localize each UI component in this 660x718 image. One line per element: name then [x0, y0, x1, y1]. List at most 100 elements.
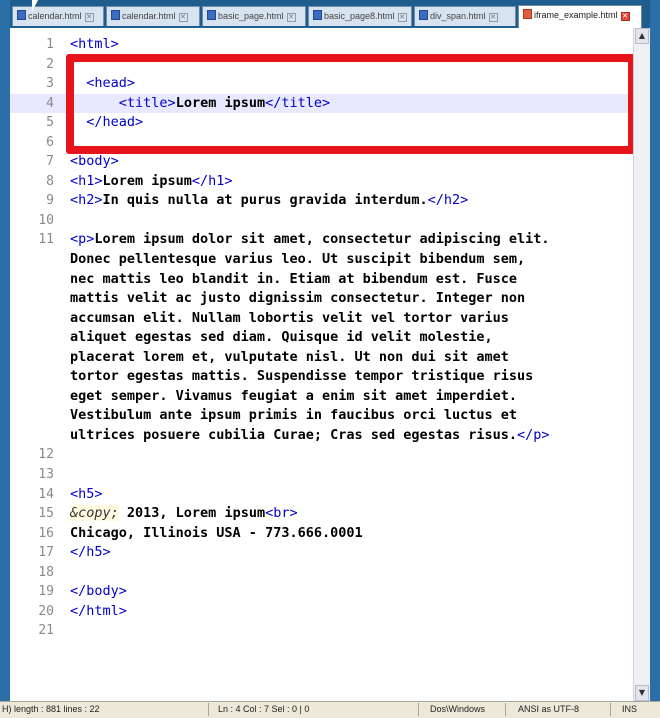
code-token: </h5>	[70, 544, 111, 561]
head-section-highlight	[66, 54, 636, 154]
tab-6[interactable]: iframe_example.html ✕	[518, 5, 642, 28]
code-line[interactable]: 16 Chicago, Illinois USA - 773.666.0001	[10, 524, 630, 544]
code-text[interactable]: eget semper. Vivamus feugiat a enim sit …	[70, 387, 517, 407]
line-number: 17	[38, 545, 54, 561]
code-line[interactable]: aliquet egestas sed diam. Quisque id vel…	[10, 328, 630, 348]
code-text[interactable]: aliquet egestas sed diam. Quisque id vel…	[70, 328, 493, 348]
tab-5[interactable]: div_span.html ✕	[414, 6, 516, 26]
tab-1[interactable]: calendar.html ✕	[12, 6, 104, 26]
code-text[interactable]: <p>Lorem ipsum dolor sit amet, consectet…	[70, 230, 550, 250]
tab-4[interactable]: basic_page8.html ✕	[308, 6, 412, 26]
close-tab-icon[interactable]: ✕	[488, 13, 498, 22]
code-text[interactable]: nec mattis leo blandit in. Etiam at bibe…	[70, 270, 517, 290]
status-position: Ln : 4 Col : 7 Sel : 0 | 0	[218, 704, 310, 714]
line-number: 10	[38, 212, 54, 228]
code-token: Lorem ipsum	[102, 172, 192, 189]
code-text[interactable]: </h5>	[70, 543, 111, 563]
code-text[interactable]: mattis velit ac justo dignissim consecte…	[70, 289, 525, 309]
code-token: eget semper. Vivamus feugiat a enim sit …	[70, 387, 518, 404]
scroll-down-icon[interactable]: ▼	[635, 685, 649, 701]
code-line[interactable]: 14 <h5>	[10, 485, 630, 505]
line-number: 2	[46, 56, 54, 72]
code-line[interactable]: 21	[10, 621, 630, 641]
code-line[interactable]: Vestibulum ante ipsum primis in faucibus…	[10, 406, 630, 426]
tab-3[interactable]: basic_page.html ✕	[202, 6, 306, 26]
code-line[interactable]: 1 <html>	[10, 35, 630, 55]
tab-label: iframe_example.html	[534, 10, 618, 20]
code-text[interactable]: accumsan elit. Nullam lobortis velit vel…	[70, 309, 509, 329]
line-number: 20	[38, 603, 54, 619]
code-line[interactable]: 19 </body>	[10, 582, 630, 602]
tab-bar: calendar.html ✕ calendar.html ✕ basic_page.h…	[10, 0, 650, 28]
code-editor[interactable]: 1 <html> 2 3 <head> 4 <title>Lorem ipsum</ti…	[10, 28, 650, 701]
code-token: <h5>	[70, 485, 103, 502]
code-text[interactable]: </body>	[70, 582, 127, 602]
code-line[interactable]: tortor egestas mattis. Suspendisse tempo…	[10, 367, 630, 387]
code-token: Chicago, Illinois USA - 773.666.0001	[70, 524, 363, 541]
code-line[interactable]: placerat lorem et, vulputate nisl. Ut no…	[10, 348, 630, 368]
line-number: 5	[46, 115, 54, 131]
code-line[interactable]: 11 <p>Lorem ipsum dolor sit amet, consect…	[10, 230, 630, 250]
code-token: In quis nulla at purus gravida interdum.	[102, 192, 428, 209]
code-line[interactable]: 17 </h5>	[10, 543, 630, 563]
close-tab-icon[interactable]: ✕	[84, 13, 94, 22]
mouse-cursor-icon	[32, 0, 38, 12]
code-line[interactable]: accumsan elit. Nullam lobortis velit vel…	[10, 309, 630, 329]
code-text[interactable]: <html>	[70, 35, 119, 55]
code-text[interactable]: <body>	[70, 152, 119, 172]
code-text[interactable]: </html>	[70, 602, 127, 622]
code-text[interactable]: Vestibulum ante ipsum primis in faucibus…	[70, 406, 517, 426]
code-line[interactable]: 9 <h2>In quis nulla at purus gravida inte…	[10, 191, 630, 211]
tab-label: div_span.html	[430, 11, 486, 21]
code-text[interactable]: placerat lorem et, vulputate nisl. Ut no…	[70, 348, 509, 368]
code-line[interactable]: 18	[10, 563, 630, 583]
line-number: 6	[46, 134, 54, 150]
tab-2[interactable]: calendar.html ✕	[106, 6, 200, 26]
code-text[interactable]: Donec pellentesque varius leo. Ut suscip…	[70, 250, 525, 270]
status-mode: INS	[622, 704, 638, 714]
code-line[interactable]: Donec pellentesque varius leo. Ut suscip…	[10, 250, 630, 270]
code-token: mattis velit ac justo dignissim consecte…	[70, 290, 526, 307]
line-number: 15	[38, 506, 54, 522]
code-line[interactable]: 15 &copy; 2013, Lorem ipsum<br>	[10, 504, 630, 524]
code-text[interactable]: <h2>In quis nulla at purus gravida inter…	[70, 191, 468, 211]
code-token: <body>	[70, 153, 119, 170]
code-token: <br>	[265, 505, 298, 522]
code-line[interactable]: 12	[10, 445, 630, 465]
code-token: <html>	[70, 36, 119, 52]
vertical-scrollbar[interactable]: ▲ ▼	[633, 28, 650, 701]
scroll-up-icon[interactable]: ▲	[635, 28, 649, 44]
code-line[interactable]: 20 </html>	[10, 602, 630, 622]
code-line[interactable]: 13	[10, 465, 630, 485]
close-tab-icon[interactable]: ✕	[397, 13, 407, 22]
code-line[interactable]: 8 <h1>Lorem ipsum</h1>	[10, 172, 630, 192]
line-number: 1	[46, 37, 54, 52]
code-text[interactable]: <h5>	[70, 485, 103, 505]
code-line[interactable]: nec mattis leo blandit in. Etiam at bibe…	[10, 270, 630, 290]
line-number: 12	[38, 447, 54, 463]
code-token: </h1>	[191, 172, 233, 189]
code-line[interactable]: mattis velit ac justo dignissim consecte…	[10, 289, 630, 309]
status-length: H) length : 881 lines : 22	[2, 704, 100, 714]
code-token: <p>	[70, 231, 95, 248]
code-text[interactable]: ultrices posuere cubilia Curae; Cras sed…	[70, 426, 550, 446]
code-text[interactable]: <h1>Lorem ipsum</h1>	[70, 172, 233, 192]
status-eol: Dos\Windows	[430, 704, 486, 714]
code-text[interactable]: tortor egestas mattis. Suspendisse tempo…	[70, 367, 533, 387]
code-line[interactable]: 7 <body>	[10, 152, 630, 172]
close-tab-icon[interactable]: ✕	[178, 13, 188, 22]
tab-label: calendar.html	[122, 11, 176, 21]
close-tab-icon[interactable]: ✕	[620, 12, 630, 21]
line-number: 3	[46, 76, 54, 92]
code-text[interactable]: Chicago, Illinois USA - 773.666.0001	[70, 524, 363, 544]
code-token: &copy;	[70, 505, 119, 522]
code-line[interactable]: eget semper. Vivamus feugiat a enim sit …	[10, 387, 630, 407]
code-line[interactable]: 10	[10, 211, 630, 231]
file-icon	[523, 9, 532, 19]
close-tab-icon[interactable]: ✕	[286, 13, 296, 22]
code-line[interactable]: ultrices posuere cubilia Curae; Cras sed…	[10, 426, 630, 446]
code-token: <h2>	[70, 192, 103, 209]
tab-label: basic_page8.html	[324, 11, 395, 21]
code-token: </body>	[70, 583, 127, 600]
code-text[interactable]: &copy; 2013, Lorem ipsum<br>	[70, 504, 298, 524]
